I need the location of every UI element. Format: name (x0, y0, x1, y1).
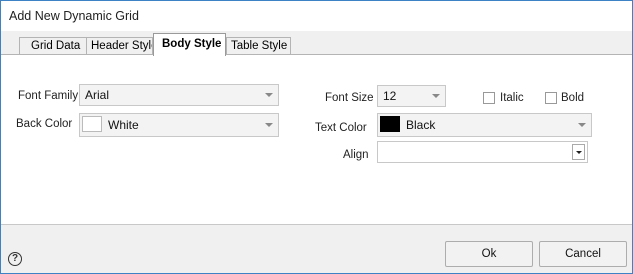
italic-checkbox[interactable] (483, 92, 495, 104)
text-color-select[interactable]: Black (377, 113, 592, 137)
title-bar: Add New Dynamic Grid (1, 1, 632, 31)
chevron-down-icon (578, 123, 586, 127)
back-color-value: White (108, 118, 139, 132)
bold-label: Bold (561, 92, 585, 104)
font-size-label: Font Size (325, 92, 374, 104)
tab-table-style-label: Table Style (231, 40, 288, 52)
body-style-panel (1, 55, 632, 225)
tab-grid-data-label: Grid Data (31, 40, 81, 52)
tab-body-style-label: Body Style (162, 38, 222, 50)
chevron-down-icon (432, 94, 440, 98)
font-family-select[interactable]: Arial (79, 84, 279, 106)
font-family-label: Font Family (18, 90, 79, 102)
font-family-value: Arial (85, 88, 110, 102)
text-color-value: Black (406, 118, 436, 132)
text-color-label: Text Color (315, 122, 367, 134)
tab-body-style[interactable]: Body Style (153, 33, 226, 56)
text-color-swatch (380, 116, 400, 132)
cancel-button[interactable]: Cancel (539, 241, 627, 267)
align-label: Align (343, 149, 369, 161)
ok-button[interactable]: Ok (445, 241, 533, 267)
add-dynamic-grid-dialog: Add New Dynamic Grid Grid Data Header St… (0, 0, 633, 274)
font-size-select[interactable]: 12 (377, 85, 446, 107)
back-color-select[interactable]: White (79, 113, 279, 137)
font-size-value: 12 (383, 89, 397, 103)
align-select[interactable] (377, 141, 588, 163)
chevron-down-icon (265, 93, 273, 97)
bold-checkbox[interactable] (545, 92, 557, 104)
help-icon[interactable]: ? (8, 252, 22, 266)
chevron-down-icon (265, 123, 273, 127)
tab-header-style[interactable]: Header Style (86, 37, 153, 55)
dropdown-arrow-icon (572, 144, 585, 160)
dialog-footer (1, 225, 632, 273)
back-color-swatch (82, 116, 102, 132)
dialog-title: Add New Dynamic Grid (9, 9, 139, 23)
tab-table-style[interactable]: Table Style (226, 37, 291, 55)
back-color-label: Back Color (16, 118, 73, 130)
tab-strip: Grid Data Header Style Body Style Table … (1, 31, 632, 56)
italic-label: Italic (500, 92, 524, 104)
tab-header-style-label: Header Style (91, 40, 153, 52)
tab-grid-data[interactable]: Grid Data (19, 37, 87, 55)
